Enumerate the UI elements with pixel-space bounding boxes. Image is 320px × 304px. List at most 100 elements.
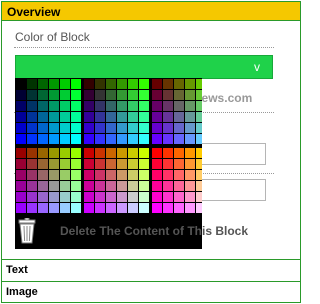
- palette-swatch[interactable]: [117, 101, 127, 111]
- palette-swatch[interactable]: [84, 148, 94, 158]
- palette-swatch[interactable]: [16, 134, 26, 144]
- palette-swatch[interactable]: [71, 90, 81, 100]
- palette-swatch[interactable]: [71, 134, 81, 144]
- palette-swatch[interactable]: [139, 159, 149, 169]
- palette-swatch[interactable]: [174, 159, 184, 169]
- palette-swatch[interactable]: [185, 159, 195, 169]
- palette-swatch[interactable]: [60, 192, 70, 202]
- palette-swatch[interactable]: [60, 148, 70, 158]
- palette-swatch[interactable]: [196, 112, 202, 122]
- palette-swatch[interactable]: [27, 148, 37, 158]
- palette-swatch[interactable]: [139, 170, 149, 180]
- palette-swatch[interactable]: [38, 148, 48, 158]
- palette-swatch[interactable]: [196, 159, 202, 169]
- palette-swatch[interactable]: [38, 112, 48, 122]
- palette-swatch[interactable]: [106, 123, 116, 133]
- palette-swatch[interactable]: [139, 112, 149, 122]
- palette-swatch[interactable]: [27, 170, 37, 180]
- palette-swatch[interactable]: [71, 101, 81, 111]
- palette-swatch[interactable]: [84, 159, 94, 169]
- palette-swatch[interactable]: [84, 123, 94, 133]
- palette-swatch[interactable]: [163, 181, 173, 191]
- palette-swatch[interactable]: [95, 203, 105, 213]
- palette-swatch[interactable]: [95, 123, 105, 133]
- palette-swatch[interactable]: [163, 159, 173, 169]
- palette-swatch[interactable]: [16, 101, 26, 111]
- palette-swatch[interactable]: [185, 181, 195, 191]
- palette-swatch[interactable]: [60, 123, 70, 133]
- palette-swatch[interactable]: [128, 192, 138, 202]
- palette-swatch[interactable]: [60, 159, 70, 169]
- palette-swatch[interactable]: [185, 148, 195, 158]
- palette-swatch[interactable]: [16, 79, 26, 89]
- palette-swatch[interactable]: [38, 90, 48, 100]
- trash-icon[interactable]: [18, 218, 36, 244]
- palette-swatch[interactable]: [117, 112, 127, 122]
- palette-swatch[interactable]: [16, 203, 26, 213]
- text-row[interactable]: Text: [2, 259, 300, 280]
- palette-swatch[interactable]: [60, 134, 70, 144]
- color-select[interactable]: v: [15, 55, 273, 79]
- palette-swatch[interactable]: [163, 90, 173, 100]
- palette-swatch[interactable]: [95, 90, 105, 100]
- palette-swatch[interactable]: [95, 148, 105, 158]
- palette-swatch[interactable]: [106, 148, 116, 158]
- palette-swatch[interactable]: [84, 90, 94, 100]
- palette-swatch[interactable]: [16, 148, 26, 158]
- palette-swatch[interactable]: [49, 90, 59, 100]
- palette-swatch[interactable]: [152, 134, 162, 144]
- palette-swatch[interactable]: [117, 181, 127, 191]
- palette-swatch[interactable]: [60, 203, 70, 213]
- palette-swatch[interactable]: [38, 79, 48, 89]
- palette-swatch[interactable]: [152, 123, 162, 133]
- overview-header[interactable]: Overview: [2, 2, 300, 21]
- text-input-field[interactable]: [192, 143, 266, 165]
- palette-swatch[interactable]: [174, 123, 184, 133]
- palette-swatch[interactable]: [38, 203, 48, 213]
- palette-swatch[interactable]: [84, 101, 94, 111]
- palette-swatch[interactable]: [185, 79, 195, 89]
- palette-swatch[interactable]: [185, 101, 195, 111]
- palette-swatch[interactable]: [117, 79, 127, 89]
- palette-swatch[interactable]: [106, 159, 116, 169]
- palette-swatch[interactable]: [185, 203, 195, 213]
- palette-swatch[interactable]: [60, 181, 70, 191]
- palette-swatch[interactable]: [128, 134, 138, 144]
- palette-swatch[interactable]: [196, 181, 202, 191]
- palette-swatch[interactable]: [16, 112, 26, 122]
- palette-swatch[interactable]: [106, 101, 116, 111]
- palette-swatch[interactable]: [139, 192, 149, 202]
- palette-swatch[interactable]: [95, 101, 105, 111]
- palette-swatch[interactable]: [117, 148, 127, 158]
- palette-swatch[interactable]: [16, 170, 26, 180]
- palette-swatch[interactable]: [139, 203, 149, 213]
- palette-swatch[interactable]: [163, 148, 173, 158]
- palette-swatch[interactable]: [95, 112, 105, 122]
- palette-swatch[interactable]: [185, 123, 195, 133]
- palette-swatch[interactable]: [152, 79, 162, 89]
- palette-swatch[interactable]: [117, 192, 127, 202]
- palette-swatch[interactable]: [128, 148, 138, 158]
- palette-swatch[interactable]: [174, 170, 184, 180]
- palette-swatch[interactable]: [84, 170, 94, 180]
- palette-swatch[interactable]: [117, 203, 127, 213]
- palette-swatch[interactable]: [139, 181, 149, 191]
- palette-swatch[interactable]: [60, 170, 70, 180]
- palette-swatch[interactable]: [27, 159, 37, 169]
- palette-swatch[interactable]: [139, 134, 149, 144]
- palette-swatch[interactable]: [185, 192, 195, 202]
- palette-swatch[interactable]: [84, 181, 94, 191]
- palette-swatch[interactable]: [106, 112, 116, 122]
- palette-swatch[interactable]: [27, 112, 37, 122]
- palette-swatch[interactable]: [128, 203, 138, 213]
- palette-swatch[interactable]: [163, 203, 173, 213]
- palette-swatch[interactable]: [84, 192, 94, 202]
- palette-swatch[interactable]: [163, 79, 173, 89]
- palette-swatch[interactable]: [38, 181, 48, 191]
- palette-swatch[interactable]: [196, 79, 202, 89]
- palette-swatch[interactable]: [196, 148, 202, 158]
- palette-swatch[interactable]: [128, 170, 138, 180]
- palette-swatch[interactable]: [106, 181, 116, 191]
- palette-swatch[interactable]: [128, 79, 138, 89]
- palette-swatch[interactable]: [174, 90, 184, 100]
